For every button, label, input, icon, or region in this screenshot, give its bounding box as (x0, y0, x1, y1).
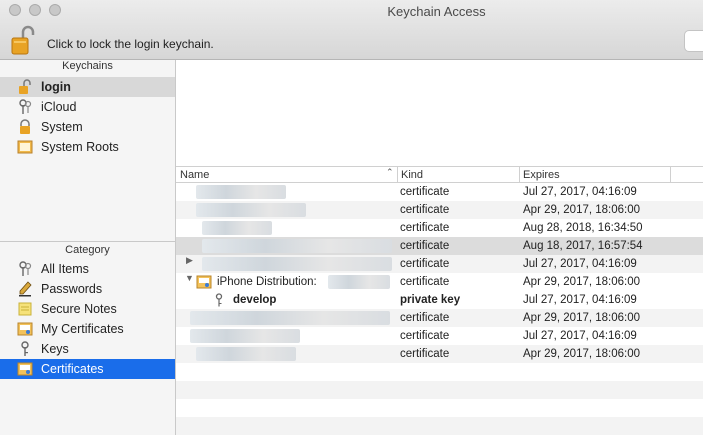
table-row[interactable]: develop private key Jul 27, 2017, 04:16:… (176, 291, 703, 309)
column-divider[interactable] (670, 167, 671, 183)
open-lock-icon (11, 25, 35, 55)
item-preview-pane (176, 60, 703, 166)
sidebar-item-secure-notes[interactable]: Secure Notes (0, 299, 175, 319)
row-kind-cell: certificate (400, 186, 450, 198)
row-expires-cell: Apr 29, 2017, 18:06:00 (523, 348, 641, 360)
table-row[interactable]: certificate Apr 29, 2017, 18:06:00 (176, 201, 703, 219)
column-divider[interactable] (519, 167, 520, 183)
redacted-name (202, 257, 392, 271)
lock-keychain-button[interactable] (10, 24, 36, 56)
key-ring-icon (17, 99, 33, 115)
redacted-name (202, 221, 272, 235)
sidebar-item-label: System Roots (41, 140, 119, 154)
redacted-name (196, 185, 286, 199)
redacted-name (196, 347, 296, 361)
table-row[interactable]: ▼ iPhone Distribution: certificate Apr 2… (176, 273, 703, 291)
sidebar-item-my-certificates[interactable]: My Certificates (0, 319, 175, 339)
category-header: Category (0, 241, 175, 260)
row-kind-cell: certificate (400, 348, 450, 360)
table-header: Name ⌃ Kind Expires (176, 166, 703, 183)
row-expires-cell: Aug 18, 2017, 16:57:54 (523, 240, 643, 252)
key-ring-icon (17, 261, 33, 277)
row-kind-cell: certificate (400, 330, 450, 342)
column-header-expires[interactable]: Expires (523, 168, 668, 183)
sidebar-item-label: Keys (41, 342, 69, 356)
row-kind-cell: certificate (400, 204, 450, 216)
key-icon (17, 341, 33, 357)
disclosure-triangle-expanded[interactable]: ▼ (185, 273, 194, 283)
table-row-empty (176, 381, 703, 399)
certificate-icon (17, 321, 33, 337)
window-title: Keychain Access (387, 4, 486, 19)
redacted-name (190, 311, 390, 325)
sidebar-item-icloud[interactable]: iCloud (0, 97, 175, 117)
sidebar-item-passwords[interactable]: Passwords (0, 279, 175, 299)
sidebar-item-certificates[interactable]: Certificates (0, 359, 175, 379)
column-header-name[interactable]: Name (180, 168, 398, 183)
key-icon (214, 293, 230, 307)
table-row[interactable]: certificate Aug 18, 2017, 16:57:54 (176, 237, 703, 255)
table-row[interactable]: ▶ certificate Jul 27, 2017, 04:16:09 (176, 255, 703, 273)
sidebar-item-system[interactable]: System (0, 117, 175, 137)
redacted-name (196, 203, 306, 217)
certificate-icon (196, 275, 212, 289)
sidebar-item-label: iCloud (41, 100, 77, 114)
row-expires-cell: Apr 29, 2017, 18:06:00 (523, 312, 641, 324)
sidebar-item-label: Passwords (41, 282, 103, 296)
table-row[interactable]: certificate Jul 27, 2017, 04:16:09 (176, 183, 703, 201)
certificate-icon (17, 361, 33, 377)
table-row[interactable]: certificate Apr 29, 2017, 18:06:00 (176, 345, 703, 363)
folder-cert-icon (17, 139, 33, 155)
row-kind-cell: certificate (400, 258, 450, 270)
redacted-name (202, 239, 392, 253)
row-kind-cell: certificate (400, 312, 450, 324)
search-input[interactable] (684, 30, 703, 52)
table-row[interactable]: certificate Apr 29, 2017, 18:06:00 (176, 309, 703, 327)
title-bar: Keychain Access Click to lock the login … (0, 0, 703, 60)
sidebar-item-system-roots[interactable]: System Roots (0, 137, 175, 157)
column-divider[interactable] (397, 167, 398, 183)
table-row-empty (176, 399, 703, 417)
row-expires-cell: Apr 29, 2017, 18:06:00 (523, 204, 641, 216)
sidebar-item-label: All Items (41, 262, 89, 276)
sidebar-item-label: login (41, 80, 71, 94)
row-expires-cell: Jul 27, 2017, 04:16:09 (523, 294, 637, 306)
row-kind-cell: certificate (400, 240, 450, 252)
redacted-name (190, 329, 300, 343)
sidebar-item-label: System (41, 120, 83, 134)
row-expires-cell: Jul 27, 2017, 04:16:09 (523, 186, 637, 198)
sidebar-item-label: My Certificates (41, 322, 124, 336)
row-kind-cell: certificate (400, 222, 450, 234)
row-expires-cell: Jul 27, 2017, 04:16:09 (523, 258, 637, 270)
table-row-empty (176, 363, 703, 381)
row-expires-cell: Apr 29, 2017, 18:06:00 (523, 276, 641, 288)
row-kind-cell: private key (400, 294, 461, 306)
sort-ascending-icon: ⌃ (386, 167, 394, 177)
row-kind-cell: certificate (400, 276, 450, 288)
note-icon (17, 301, 33, 317)
lock-status-text: Click to lock the login keychain. (47, 37, 214, 51)
keychains-header: Keychains (62, 60, 113, 72)
row-expires-cell: Jul 27, 2017, 04:16:09 (523, 330, 637, 342)
sidebar-item-label: Certificates (41, 362, 104, 376)
table-row-empty (176, 417, 703, 435)
row-expires-cell: Aug 28, 2018, 16:34:50 (523, 222, 643, 234)
lock-icon (17, 119, 33, 135)
sidebar-item-login[interactable]: login (0, 77, 175, 97)
certificate-table: certificate Jul 27, 2017, 04:16:09 certi… (176, 183, 703, 435)
pen-icon (17, 281, 33, 297)
open-lock-icon (17, 79, 33, 95)
redacted-name (328, 275, 390, 289)
table-row[interactable]: certificate Aug 28, 2018, 16:34:50 (176, 219, 703, 237)
sidebar: Keychains login iCloud System System Roo… (0, 60, 176, 435)
table-row[interactable]: certificate Jul 27, 2017, 04:16:09 (176, 327, 703, 345)
sidebar-item-all-items[interactable]: All Items (0, 259, 175, 279)
sidebar-item-label: Secure Notes (41, 302, 117, 316)
sidebar-item-keys[interactable]: Keys (0, 339, 175, 359)
column-header-kind[interactable]: Kind (401, 168, 521, 183)
